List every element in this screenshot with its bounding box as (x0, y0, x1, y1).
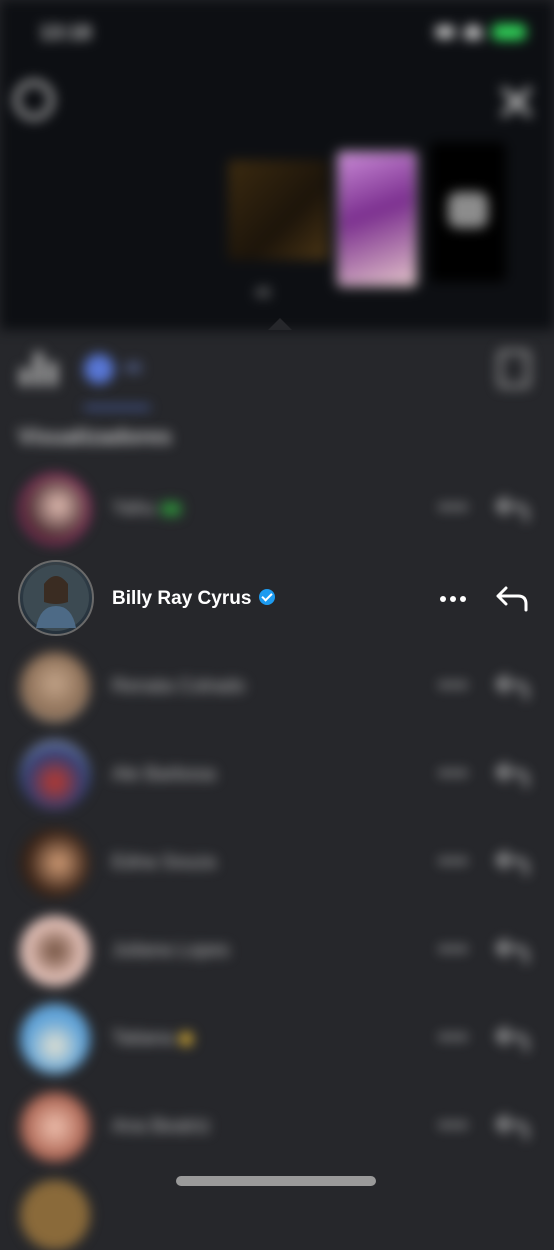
verified-icon (259, 589, 276, 605)
story-thumbnail-selected[interactable] (336, 150, 418, 288)
avatar[interactable] (20, 1180, 90, 1250)
avatar[interactable] (20, 474, 90, 544)
reply-icon[interactable] (494, 668, 530, 704)
more-options-icon[interactable] (440, 946, 468, 954)
avatar[interactable] (20, 1004, 90, 1074)
more-options-icon[interactable] (440, 770, 468, 778)
signal-icon (436, 26, 454, 38)
viewer-name: Yahu (112, 498, 181, 520)
add-story-thumbnail[interactable] (430, 142, 506, 282)
story-thumbnail[interactable] (228, 160, 328, 260)
viewer-row-focused[interactable]: Billy Ray Cyrus (0, 552, 554, 640)
avatar[interactable] (20, 828, 90, 898)
reply-icon[interactable] (494, 756, 530, 792)
viewer-row[interactable]: Juliana Lopes (0, 906, 554, 994)
viewer-name: Ale Barbosa (112, 764, 216, 785)
reply-icon[interactable] (494, 844, 530, 880)
story-view-count: 46 (255, 284, 271, 300)
tab-underline (84, 406, 150, 409)
viewers-tab[interactable]: 46 (84, 354, 154, 384)
more-options-icon[interactable] (440, 682, 468, 690)
reply-icon[interactable] (494, 490, 530, 526)
story-preview-area: 13:18 46 (0, 0, 554, 330)
viewer-row[interactable]: Edna Souza (0, 818, 554, 906)
viewer-row[interactable]: Yahu (0, 464, 554, 552)
viewer-toolbar: 46 (0, 340, 554, 400)
settings-icon[interactable] (14, 80, 54, 120)
close-icon[interactable] (498, 82, 534, 118)
star-icon (179, 1031, 194, 1046)
reply-icon[interactable] (494, 580, 530, 616)
viewer-name: Ana Beatriz (112, 1116, 211, 1137)
avatar[interactable] (18, 560, 94, 636)
more-options-icon[interactable] (440, 596, 468, 604)
more-options-icon[interactable] (440, 1034, 468, 1042)
reply-icon[interactable] (494, 1108, 530, 1144)
avatar[interactable] (20, 652, 90, 722)
more-options-icon[interactable] (440, 858, 468, 866)
viewer-name: Renata Colrado (112, 676, 246, 697)
viewer-row[interactable]: Renata Colrado (0, 642, 554, 730)
viewer-row[interactable]: Tatiana (0, 994, 554, 1082)
trash-icon[interactable] (498, 350, 530, 388)
more-options-icon[interactable] (440, 504, 468, 512)
wifi-icon (464, 25, 482, 39)
section-label: Visualizadores (18, 424, 172, 449)
viewers-count: 46 (124, 360, 142, 377)
reply-icon[interactable] (494, 932, 530, 968)
viewer-name: Juliana Lopes (112, 940, 230, 961)
viewer-name: Tatiana (112, 1028, 194, 1050)
viewer-row[interactable]: Ale Barbosa (0, 730, 554, 818)
status-time: 13:18 (40, 22, 92, 44)
avatar[interactable] (20, 740, 90, 810)
viewer-row[interactable]: Ana Beatriz (0, 1082, 554, 1170)
viewer-name: Edna Souza (112, 852, 216, 873)
insights-icon[interactable] (20, 350, 60, 386)
reply-icon[interactable] (494, 1020, 530, 1056)
viewer-name: Billy Ray Cyrus (112, 588, 276, 610)
camera-icon (448, 192, 488, 228)
home-indicator[interactable] (176, 1176, 376, 1186)
more-options-icon[interactable] (440, 1122, 468, 1130)
selection-pointer (268, 318, 292, 330)
avatar[interactable] (20, 916, 90, 986)
avatar-photo (23, 565, 89, 631)
green-badge-icon (160, 501, 181, 516)
status-icons (436, 24, 526, 40)
viewers-icon (84, 354, 114, 384)
battery-icon (492, 24, 526, 40)
avatar[interactable] (20, 1092, 90, 1162)
